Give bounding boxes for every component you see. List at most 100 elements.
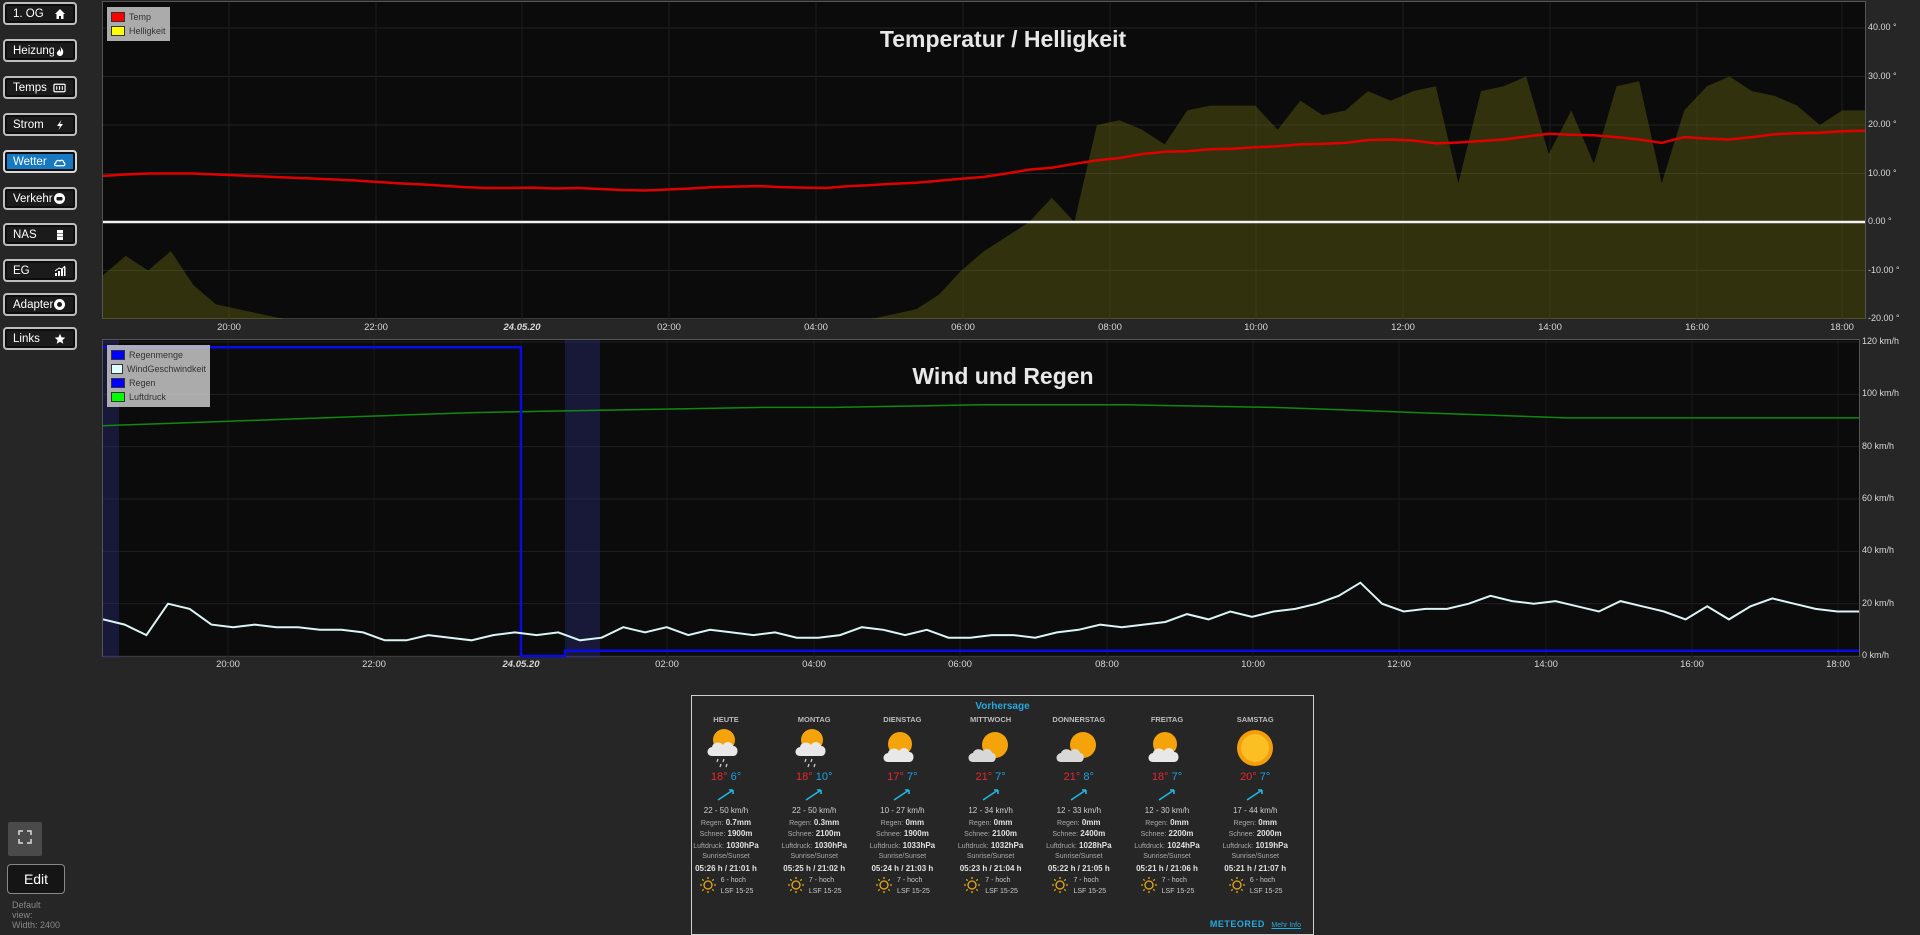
forecast-luftdruck: Luftdruck: 1024hPa [1134,840,1200,850]
legend-swatch [111,364,123,374]
nav-button-nas[interactable]: NAS [3,223,77,246]
forecast-temps: 20° 7° [1213,770,1297,785]
temp-max: 18° [710,771,728,783]
temperature-chart-title: Temperatur / Helligkeit [879,26,1127,52]
y-tick-label: 0.00 ° [1868,216,1892,226]
wind-chart-legend: Regenmenge WindGeschwindkeit Regen Luftd… [107,345,210,407]
legend-label: WindGeschwindkeit [126,364,206,374]
forecast-sun-times: 05:23 h / 21:04 h [959,863,1022,873]
x-tick-label: 16:00 [1685,322,1709,333]
forecast-day-name: DONNERSTAG [1052,715,1106,724]
forecast-schnee: Schnee: 2000m [1228,829,1282,838]
view-info-line: Width: 2400 [12,920,61,930]
forecast-day-samstag: SAMSTAG 20° 7° 17 - 44 km/h Regen: 0mm Schne… [1213,714,1297,898]
forecast-temps: 21° 8° [1037,770,1121,785]
uv-sun-icon [963,876,981,896]
forecast-temps: 17° 7° [860,770,944,785]
temp-min: 8° [1083,771,1094,783]
uv-lsf: LSF 15-25 [1073,888,1107,895]
temp-min: 6° [730,771,742,783]
x-tick-label: 20:00 [217,322,241,333]
legend-swatch [111,12,125,22]
forecast-sun-label: Sunrise/Sunset [790,853,838,860]
nav-button-verkehr[interactable]: Verkehr [3,187,77,210]
fullscreen-button[interactable] [8,822,42,856]
nav-label: Heizung [13,44,54,57]
forecast-schnee: Schnee: 1900m [875,829,929,838]
rain-band [565,340,600,658]
series-luftdruck-line [103,404,1859,427]
x-tick-label: 04:00 [802,659,826,670]
temp-max: 20° [1240,771,1257,783]
forecast-sun-times: 05:25 h / 21:02 h [783,863,846,873]
sun-cloud-icon [860,726,944,770]
x-tick-label: 16:00 [1680,659,1704,670]
weather-forecast-widget: Vorhersage HEUTE 18° 6° 22 - 50 km/h Regen:… [691,695,1314,935]
nav-button-strom[interactable]: Strom [3,113,77,136]
nav-label: EG [13,264,30,277]
uv-sun-icon [699,876,717,896]
uv-level: 7 - hoch [1073,877,1099,884]
thermometer-icon [53,81,66,94]
forecast-temps: 18° 7° [1125,770,1209,785]
temp-max: 18° [796,771,813,783]
nav-button-heizung[interactable]: Heizung [3,39,77,62]
nav-button-temps[interactable]: Temps [3,76,77,99]
legend-item-windgeschwindkeit: WindGeschwindkeit [111,362,206,376]
wind-direction-icon [949,785,1033,805]
forecast-sun-label: Sunrise/Sunset [966,853,1015,860]
forecast-regen: Regen: 0mm [880,817,925,827]
forecast-regen: Regen: 0mm [1145,817,1189,827]
x-tick-label: 18:00 [1830,322,1854,333]
y-tick-label: 10.00 ° [1868,167,1897,178]
edit-button[interactable]: Edit [7,864,65,894]
forecast-regen: Regen: 0mm [1057,817,1101,827]
forecast-day-name: MONTAG [797,715,831,724]
wind-direction-icon [772,785,856,805]
uv-sun-icon [1140,876,1158,896]
forecast-uv: 7 - hoch LSF 15-25 [860,874,944,898]
temp-min: 7° [906,771,918,783]
cloud-sun-icon [949,726,1033,770]
wind-direction-icon [1037,785,1121,805]
forecast-wind: 12 - 30 km/h [1144,806,1190,815]
x-tick-label: 20:00 [216,659,240,670]
nav-button-wetter[interactable]: Wetter [3,150,77,173]
temperature-chart-panel[interactable]: Temp Helligkeit Temperatur / Helligkeit … [102,1,1900,333]
x-tick-label: 06:00 [951,322,975,333]
x-tick-label: 08:00 [1098,322,1122,333]
y-tick-label: 30.00 ° [1868,70,1897,81]
forecast-schnee: Schnee: 1900m [699,829,753,838]
uv-level: 7 - hoch [985,877,1011,884]
y-tick-label: 40.00 ° [1868,22,1897,32]
legend-label: Helligkeit [129,26,166,36]
uv-lsf: LSF 15-25 [720,888,754,895]
y-tick-label: 20.00 ° [1868,119,1897,129]
chart-icon [53,264,66,277]
more-info-link[interactable]: Mehr Info [1271,922,1301,929]
nav-label: Adapter [13,298,53,311]
nav-button-1-og[interactable]: 1. OG [3,2,77,25]
forecast-uv: 7 - hoch LSF 15-25 [1125,874,1209,898]
meteored-logo: METEORED [1209,919,1265,929]
uv-level: 6 - hoch [720,877,746,884]
y-tick-label: 80 km/h [1862,440,1895,451]
x-tick-label: 04:00 [804,322,828,333]
uv-lsf: LSF 15-25 [897,888,930,895]
uv-lsf: LSF 15-25 [1161,888,1195,895]
forecast-uv: 6 - hoch LSF 15-25 [1213,874,1297,898]
forecast-day-name: SAMSTAG [1236,715,1274,724]
forecast-schnee: Schnee: 2100m [787,829,841,838]
nav-button-eg[interactable]: EG [3,259,77,282]
nav-button-adapter[interactable]: Adapter [3,293,77,316]
forecast-day-mittwoch: MITTWOCH 21° 7° 12 - 34 km/h Regen: 0mm Schn… [949,714,1033,898]
forecast-temps: 18° 6° [684,770,768,785]
lightning-icon [53,118,66,131]
sun-cloud-rain-icon [772,726,856,770]
sun-icon [1213,726,1297,770]
x-tick-label: 12:00 [1391,322,1415,333]
forecast-schnee: Schnee: 2200m [1140,829,1194,838]
nav-button-links[interactable]: Links [3,327,77,350]
wind-direction-icon [684,785,768,805]
wind-rain-chart-panel[interactable]: Regenmenge WindGeschwindkeit Regen Luftd… [102,336,1899,670]
